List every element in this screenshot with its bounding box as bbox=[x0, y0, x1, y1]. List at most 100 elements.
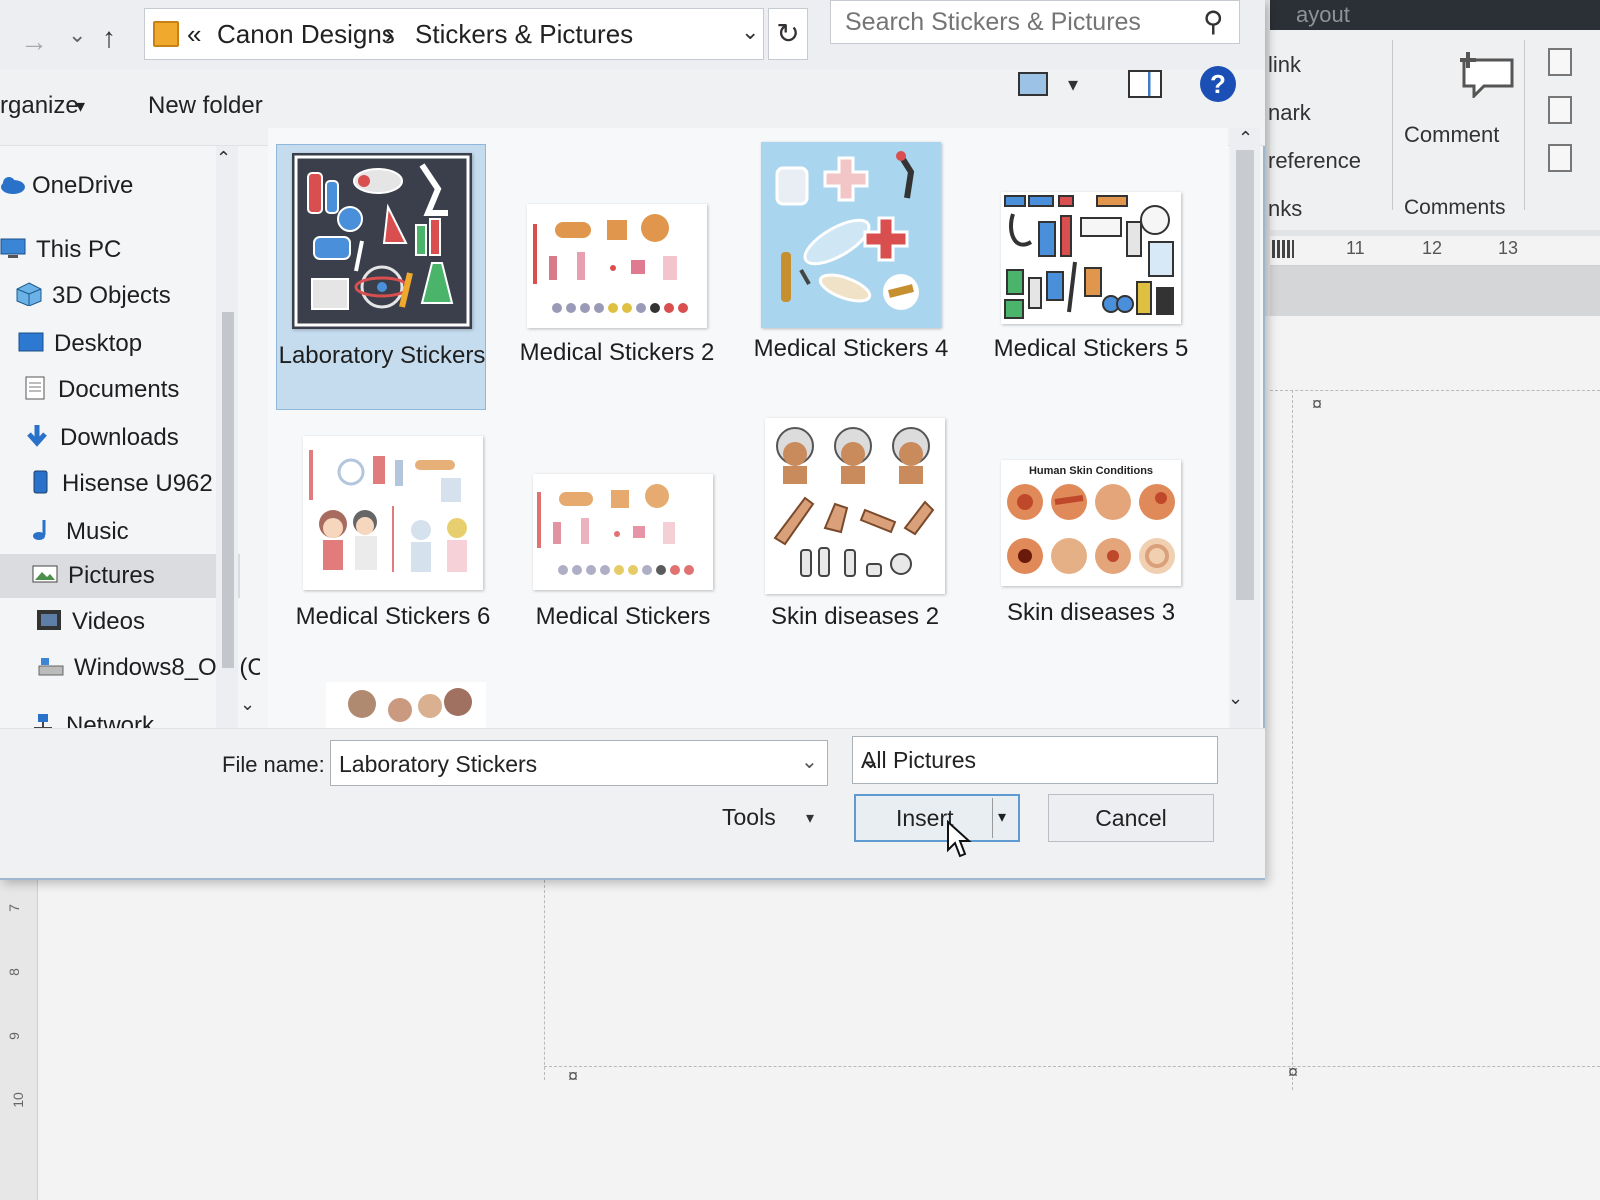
sidebar-scroll-down[interactable]: ⌄ bbox=[240, 694, 255, 715]
help-icon[interactable]: ? bbox=[1200, 66, 1236, 102]
breadcrumb-separator[interactable]: › bbox=[385, 19, 394, 50]
chevron-down-icon[interactable]: ⌄ bbox=[861, 747, 880, 774]
file-tile-medical-stickers-5[interactable]: Medical Stickers 5 bbox=[986, 144, 1196, 410]
search-box[interactable]: ⚲ bbox=[830, 0, 1240, 44]
sidebar-scroll-up[interactable]: ⌃ bbox=[216, 148, 231, 169]
navigation-bar: → ⌄ ↑ « Canon Designs › Stickers & Pictu… bbox=[0, 0, 1265, 70]
ribbon-bookmark-item[interactable]: nark bbox=[1268, 100, 1311, 126]
view-options-dropdown[interactable]: ▾ bbox=[1068, 72, 1078, 97]
sidebar-item-desktop[interactable]: Desktop bbox=[0, 322, 240, 366]
margin-guide bbox=[1292, 390, 1293, 1090]
ribbon-small-icon[interactable] bbox=[1548, 48, 1572, 76]
sidebar-item-videos[interactable]: Videos bbox=[0, 600, 240, 644]
sidebar-item-label: Hisense U962 bbox=[62, 470, 213, 497]
document-icon bbox=[25, 376, 45, 400]
up-button[interactable]: ↑ bbox=[102, 22, 116, 54]
file-list[interactable]: Laboratory Stickers Medical Stickers 2 M… bbox=[268, 128, 1228, 728]
breadcrumb-overflow[interactable]: « bbox=[187, 19, 201, 50]
sidebar-item-windows-drive[interactable]: Windows8_OS (C bbox=[0, 646, 260, 690]
ruler-indent-marker[interactable] bbox=[1272, 240, 1294, 258]
sidebar-item-music[interactable]: Music bbox=[0, 510, 240, 554]
ruler-number: 9 bbox=[5, 1032, 22, 1040]
file-name-input[interactable] bbox=[339, 749, 789, 779]
margin-guide bbox=[1270, 390, 1600, 391]
ribbon-cross-reference-item[interactable]: reference bbox=[1268, 148, 1361, 174]
ruler-number: 13 bbox=[1498, 238, 1519, 258]
file-type-select[interactable]: All Pictures ⌄ bbox=[852, 736, 1218, 784]
file-list-scroll-thumb[interactable] bbox=[1236, 150, 1254, 600]
new-comment-icon[interactable] bbox=[1458, 50, 1516, 98]
sidebar-item-label: Downloads bbox=[60, 424, 179, 451]
search-icon[interactable]: ⚲ bbox=[1203, 5, 1224, 38]
file-list-scroll-down[interactable]: ⌄ bbox=[1228, 688, 1243, 709]
file-name: Medical Stickers bbox=[535, 603, 711, 630]
thumbnail-medical-stickers-6 bbox=[303, 436, 483, 590]
pictures-icon bbox=[32, 565, 58, 583]
ruler-number: 12 bbox=[1422, 238, 1443, 258]
file-tile-medical-stickers-2[interactable]: Medical Stickers 2 bbox=[512, 144, 722, 410]
thumbnail-medical-stickers-5 bbox=[1001, 192, 1181, 324]
thumbnail-partial bbox=[326, 682, 486, 728]
breadcrumb-canon-designs[interactable]: Canon Designs bbox=[217, 19, 395, 50]
file-name: Laboratory Stickers bbox=[278, 342, 486, 369]
thumbnail-medical-stickers bbox=[533, 474, 713, 590]
ruler-number: 8 bbox=[5, 968, 22, 976]
file-list-scroll-up[interactable]: ⌃ bbox=[1238, 128, 1253, 149]
sidebar-scroll-thumb[interactable] bbox=[222, 312, 234, 668]
sidebar-item-hisense[interactable]: Hisense U962 bbox=[0, 462, 240, 506]
ribbon-separator bbox=[1392, 40, 1393, 210]
margin-guide bbox=[544, 880, 545, 1080]
sidebar-item-network[interactable]: Network bbox=[0, 704, 240, 730]
file-tile-medical-stickers[interactable]: Medical Stickers bbox=[518, 430, 728, 670]
organize-menu[interactable]: rganize bbox=[0, 92, 79, 120]
horizontal-ruler: 11 12 13 bbox=[1270, 236, 1600, 266]
preview-pane-icon[interactable] bbox=[1128, 70, 1162, 98]
new-comment-button[interactable]: Comment bbox=[1404, 122, 1499, 148]
new-folder-button[interactable]: New folder bbox=[148, 92, 263, 120]
sidebar-item-pictures[interactable]: Pictures bbox=[0, 554, 240, 598]
refresh-button[interactable]: ↻ bbox=[768, 8, 808, 60]
ribbon-link-item[interactable]: link bbox=[1268, 52, 1301, 78]
cube-icon bbox=[16, 282, 42, 306]
sidebar-item-downloads[interactable]: Downloads bbox=[0, 416, 240, 460]
sidebar-item-documents[interactable]: Documents bbox=[0, 368, 240, 412]
file-tile-skin-diseases-3[interactable]: Human Skin Conditions Skin diseases 3 bbox=[986, 430, 1196, 670]
insert-options-dropdown[interactable]: ▾ bbox=[992, 798, 1018, 838]
folder-icon bbox=[153, 21, 179, 47]
ribbon-separator bbox=[1524, 40, 1525, 210]
file-tile-skin-diseases-2[interactable]: Skin diseases 2 bbox=[750, 412, 960, 652]
address-bar[interactable]: « Canon Designs › Stickers & Pictures ⌄ bbox=[144, 8, 764, 60]
cloud-icon bbox=[1, 177, 25, 194]
vertical-ruler: 7 8 9 10 bbox=[0, 880, 38, 1200]
file-name-combobox[interactable]: ⌄ bbox=[330, 740, 828, 786]
file-tile-laboratory-stickers[interactable]: Laboratory Stickers bbox=[276, 144, 486, 410]
tools-dropdown-icon[interactable]: ▾ bbox=[806, 808, 814, 828]
ribbon-small-icon[interactable] bbox=[1548, 96, 1572, 124]
ribbon-small-icon[interactable] bbox=[1548, 144, 1572, 172]
thumbnail-laboratory-stickers bbox=[292, 153, 472, 329]
organize-dropdown-icon[interactable]: ▾ bbox=[76, 96, 85, 117]
file-name-label: File name: bbox=[222, 752, 325, 777]
thumbnail-skin-diseases-3: Human Skin Conditions bbox=[1001, 460, 1181, 586]
change-view-icon[interactable] bbox=[1018, 72, 1048, 96]
ruler-number: 10 bbox=[9, 1092, 26, 1108]
sidebar-item-onedrive[interactable]: OneDrive bbox=[0, 164, 240, 208]
cancel-button[interactable]: Cancel bbox=[1048, 794, 1214, 842]
forward-button[interactable]: → bbox=[20, 26, 48, 58]
tools-menu[interactable]: Tools bbox=[722, 804, 776, 831]
chevron-down-icon[interactable]: ⌄ bbox=[801, 749, 818, 774]
breadcrumb-stickers-pictures[interactable]: Stickers & Pictures bbox=[415, 19, 633, 50]
ribbon-tab-layout[interactable]: ayout bbox=[1296, 2, 1350, 28]
sidebar-item-3d-objects[interactable]: 3D Objects bbox=[0, 274, 240, 318]
file-tile-medical-stickers-6[interactable]: Medical Stickers 6 bbox=[288, 430, 498, 670]
search-input[interactable] bbox=[845, 5, 1185, 39]
ruler-number: 7 bbox=[5, 904, 22, 912]
recent-locations-button[interactable]: ⌄ bbox=[68, 22, 86, 48]
sidebar-item-label: Pictures bbox=[68, 562, 155, 589]
sidebar-item-label: OneDrive bbox=[32, 172, 134, 199]
chevron-down-icon[interactable]: ⌄ bbox=[741, 19, 759, 45]
file-tile-medical-stickers-4[interactable]: Medical Stickers 4 bbox=[746, 136, 956, 402]
file-name: Medical Stickers 4 bbox=[753, 335, 949, 362]
sidebar-item-this-pc[interactable]: This PC bbox=[0, 228, 240, 272]
file-name: Medical Stickers 5 bbox=[993, 335, 1189, 362]
